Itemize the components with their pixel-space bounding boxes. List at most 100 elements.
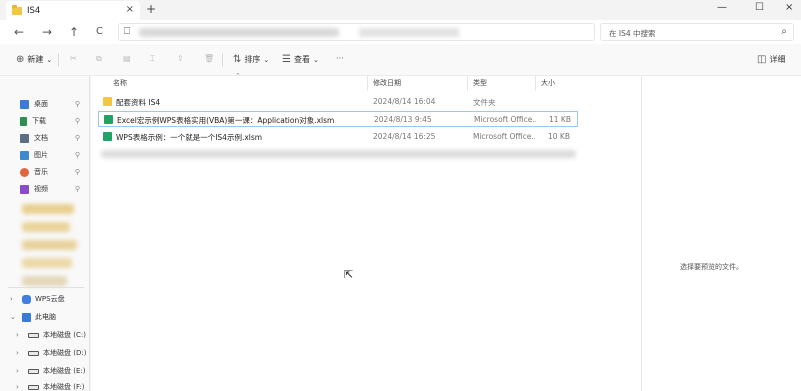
tree-item-label: 本地磁盘 (C:) [43, 331, 86, 339]
preview-pane: 选择要预览的文件。 [641, 76, 801, 391]
more-options-icon[interactable]: ··· [336, 54, 344, 63]
divider [222, 53, 223, 67]
minimize-button[interactable]: — [717, 2, 727, 13]
chevron-right-icon: › [10, 295, 13, 303]
chevron-right-icon: › [16, 367, 19, 375]
divider [58, 53, 59, 67]
chevron-right-icon: › [16, 331, 19, 339]
sort-button[interactable]: ⇅ 排序 ⌄ [233, 54, 269, 65]
redacted-folder[interactable] [22, 258, 72, 268]
view-button[interactable]: ☰ 查看 ⌄ [282, 54, 319, 65]
close-window-button[interactable]: × [785, 2, 793, 13]
redacted-folder[interactable] [22, 222, 70, 232]
sidebar-item-label: 下载 [32, 117, 46, 125]
chevron-down-icon: ⌄ [312, 55, 319, 64]
pin-icon: ⚲ [74, 117, 80, 125]
new-button[interactable]: ⊕ 新建 ⌄ [16, 54, 52, 65]
file-row[interactable]: WPS表格示例：一个就是一个IS4示例.xlsm 2024/8/14 16:25… [98, 129, 578, 145]
column-divider[interactable] [467, 76, 468, 91]
rename-icon[interactable]: ⌶ [150, 54, 155, 64]
up-button[interactable]: ↑ [69, 25, 79, 39]
tab-is4[interactable]: IS4 × [6, 1, 140, 20]
search-icon: ⌕ [781, 26, 787, 37]
pin-icon: ⚲ [74, 100, 80, 108]
tree-item-drive-f[interactable]: › 本地磁盘 (F:) [16, 380, 96, 391]
preview-message: 选择要预览的文件。 [680, 263, 743, 271]
drive-icon [28, 332, 39, 338]
details-label: 详细 [769, 55, 786, 64]
sort-caret-icon: ⌃ [235, 72, 241, 80]
download-icon [20, 116, 27, 126]
sidebar-item-downloads[interactable]: 下载 ⚲ [20, 113, 86, 129]
drive-icon [28, 368, 39, 374]
chevron-down-icon: ⌄ [263, 55, 270, 64]
column-divider[interactable] [535, 76, 536, 91]
sidebar-item-documents[interactable]: 文档 ⚲ [20, 130, 86, 146]
file-name: WPS表格示例：一个就是一个IS4示例.xlsm [116, 133, 263, 142]
title-bar: IS4 × + — ☐ × [0, 0, 801, 20]
copy-icon[interactable]: ⧉ [96, 54, 102, 64]
address-bar[interactable]: ⎕ [118, 23, 595, 41]
redacted-folder[interactable] [22, 204, 74, 214]
pin-icon: ⚲ [74, 151, 80, 159]
sidebar-item-music[interactable]: 音乐 ⚲ [20, 164, 86, 180]
details-pane-button[interactable]: ◫ 详细 [757, 54, 785, 65]
drive-icon [28, 384, 39, 390]
delete-icon[interactable]: 🗑 [204, 54, 214, 63]
tree-item-drive-d[interactable]: › 本地磁盘 (D:) [16, 346, 96, 360]
back-button[interactable]: ← [14, 25, 24, 39]
tab-close-button[interactable]: × [126, 4, 134, 15]
sidebar-item-label: 文档 [34, 134, 48, 142]
details-pane-icon: ◫ [757, 54, 767, 65]
maximize-button[interactable]: ☐ [755, 2, 764, 13]
file-date: 2024/8/14 16:04 [373, 97, 436, 106]
column-divider[interactable] [367, 76, 368, 91]
new-label: 新建 [27, 55, 44, 64]
tree-item-drive-e[interactable]: › 本地磁盘 (E:) [16, 364, 96, 378]
search-input[interactable]: 在 IS4 中搜索 [609, 28, 656, 39]
new-tab-button[interactable]: + [146, 2, 156, 16]
file-row-folder[interactable]: 配套资料 IS4 2024/8/14 16:04 文件夹 [98, 94, 578, 110]
tree-item-label: 本地磁盘 (D:) [43, 349, 87, 357]
column-header-name[interactable]: 名称 [113, 78, 127, 88]
sidebar-item-videos[interactable]: 视频 ⚲ [20, 181, 86, 197]
tree-item-wps-cloud[interactable]: › WPS云盘 [10, 292, 90, 306]
search-box[interactable]: 在 IS4 中搜索 ⌕ [600, 23, 794, 41]
chevron-right-icon: › [16, 349, 19, 357]
navigation-pane: 桌面 ⚲ 下载 ⚲ 文档 ⚲ 图片 ⚲ 音乐 ⚲ 视频 ⚲ › WPS云盘 ⌄ [0, 76, 90, 391]
sidebar-item-label: 图片 [34, 151, 48, 159]
computer-icon: ⎕ [124, 26, 130, 37]
address-path-redacted-2 [359, 28, 459, 37]
refresh-button[interactable]: C [96, 26, 103, 37]
divider [8, 287, 84, 288]
file-row-selected[interactable]: Excel宏示例WPS表格实用(VBA)第一课：Application对象.xl… [98, 111, 578, 127]
view-label: 查看 [293, 55, 310, 64]
command-bar: ⊕ 新建 ⌄ ✂ ⧉ ▤ ⌶ ⇪ 🗑 ⇅ 排序 ⌄ ☰ 查看 ⌄ ··· ◫ 详… [0, 44, 801, 76]
sort-icon: ⇅ [233, 54, 242, 65]
tree-item-this-pc[interactable]: ⌄ 此电脑 [10, 310, 90, 324]
pin-icon: ⚲ [74, 185, 80, 193]
sidebar-item-label: 音乐 [34, 168, 48, 176]
redacted-file-row[interactable] [101, 150, 576, 158]
navigation-bar: ← → ↑ C ⎕ 在 IS4 中搜索 ⌕ [0, 20, 801, 44]
redacted-folder[interactable] [22, 240, 77, 250]
sort-label: 排序 [244, 55, 261, 64]
folder-icon [12, 4, 22, 15]
sidebar-item-desktop[interactable]: 桌面 ⚲ [20, 96, 86, 112]
file-size: 10 KB [548, 132, 570, 141]
column-header-date[interactable]: 修改日期 [373, 78, 401, 88]
column-header-type[interactable]: 类型 [473, 78, 487, 88]
share-icon[interactable]: ⇪ [177, 54, 184, 63]
tree-item-drive-c[interactable]: › 本地磁盘 (C:) [16, 328, 96, 342]
redacted-folder[interactable] [22, 276, 67, 286]
video-icon [20, 184, 29, 194]
computer-icon [22, 312, 31, 322]
cut-icon[interactable]: ✂ [70, 54, 77, 63]
sidebar-item-pictures[interactable]: 图片 ⚲ [20, 147, 86, 163]
paste-icon[interactable]: ▤ [123, 54, 131, 63]
tree-item-label: WPS云盘 [35, 295, 65, 303]
drive-icon [28, 350, 39, 356]
column-header-size[interactable]: 大小 [541, 78, 555, 88]
view-icon: ☰ [282, 54, 291, 65]
forward-button[interactable]: → [42, 25, 52, 39]
